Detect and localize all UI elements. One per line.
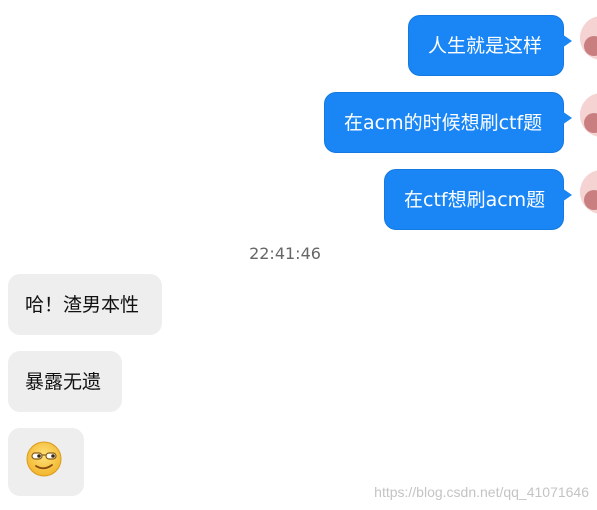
bubble-tail	[562, 111, 572, 125]
message-text: 哈！渣男本性	[25, 293, 140, 316]
outgoing-message[interactable]: 在acm的时候想刷ctf题	[324, 92, 572, 153]
smirk-sunglasses-emoji-icon	[25, 440, 63, 484]
avatar[interactable]	[580, 170, 597, 214]
incoming-message[interactable]: 哈！渣男本性	[8, 274, 162, 335]
bubble-tail	[562, 34, 572, 48]
incoming-message[interactable]	[8, 428, 84, 496]
message-timestamp: 22:41:46	[249, 244, 321, 263]
avatar[interactable]	[580, 93, 597, 137]
watermark: https://blog.csdn.net/qq_41071646	[374, 484, 589, 500]
avatar[interactable]	[580, 16, 597, 60]
message-text: 在ctf想刷acm题	[404, 188, 546, 211]
message-text: 人生就是这样	[428, 34, 543, 57]
message-text: 在acm的时候想刷ctf题	[344, 111, 543, 134]
outgoing-message[interactable]: 在ctf想刷acm题	[384, 169, 572, 230]
outgoing-message[interactable]: 人生就是这样	[408, 15, 572, 76]
incoming-message[interactable]: 暴露无遗	[8, 351, 122, 412]
bubble-tail	[562, 188, 572, 202]
message-text: 暴露无遗	[25, 370, 102, 393]
